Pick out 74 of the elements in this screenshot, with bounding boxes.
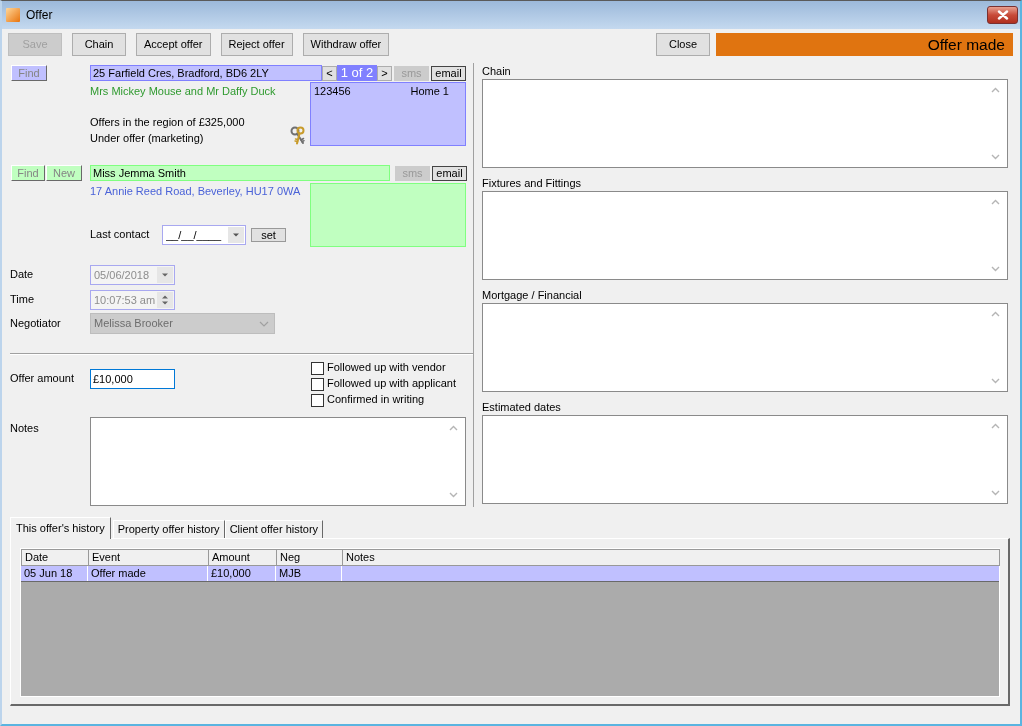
next-button[interactable]: > (377, 65, 392, 81)
window-close-button[interactable] (987, 6, 1018, 24)
field-label: Mortgage / Financial (482, 288, 583, 303)
address-field[interactable]: 25 Farfield Cres, Bradford, BD6 2LY (90, 65, 322, 81)
table-cell: Offer made (88, 566, 208, 581)
price-text: Offers in the region of £325,000 (90, 115, 246, 130)
dropdown-icon (157, 267, 173, 283)
table-cell: £10,000 (208, 566, 276, 581)
contact-button[interactable]: email (432, 165, 467, 181)
checkbox-label: Followed up with vendor (327, 361, 446, 375)
field-label: Time (10, 293, 36, 307)
scroll-down-icon (991, 378, 1000, 384)
toolbar-button[interactable]: Withdraw offer (302, 33, 390, 56)
status-banner: Offer made (716, 33, 1013, 56)
applicant-address: 17 Annie Reed Road, Beverley, HU17 0WA (90, 184, 302, 199)
vendor-names: Mrs Mickey Mouse and Mr Daffy Duck (90, 84, 277, 99)
phone-number: 123456 (314, 85, 351, 99)
tab[interactable]: Property offer history (112, 520, 225, 538)
window-title: Offer (26, 7, 53, 23)
spinner-icon (157, 292, 173, 308)
offer-amount-field[interactable]: £10,000 (90, 369, 175, 389)
field-label: Offer amount (10, 372, 75, 386)
phone-label: Home 1 (410, 85, 449, 99)
toolbar-button[interactable]: Chain (72, 33, 126, 56)
field-label: Estimated dates (482, 400, 562, 415)
checkbox[interactable] (311, 377, 324, 391)
scroll-down-icon (991, 490, 1000, 496)
dropdown-icon (228, 227, 244, 243)
column-header[interactable]: Notes (343, 550, 999, 565)
table-row[interactable]: 05 Jun 18 Offer made £10,000 MJB (21, 566, 999, 582)
contact-button[interactable]: email (431, 65, 466, 81)
field-label: Date (10, 268, 35, 282)
toolbar-button[interactable]: Accept offer (136, 33, 211, 56)
field-label: Fixtures and Fittings (482, 176, 583, 191)
text-area[interactable] (482, 303, 1008, 392)
field-label: Last contact (90, 228, 151, 242)
scroll-up-icon (991, 311, 1000, 317)
notes-field[interactable] (90, 417, 466, 506)
table-cell: MJB (276, 566, 342, 581)
table-cell: 05 Jun 18 (21, 566, 88, 581)
set-button[interactable]: set (251, 228, 286, 242)
checkbox-label: Confirmed in writing (327, 393, 425, 407)
column-header[interactable]: Date (22, 550, 89, 565)
scroll-up-icon (991, 87, 1000, 93)
column-header[interactable]: Amount (209, 550, 277, 565)
tab[interactable]: This offer's history (10, 517, 111, 539)
tab[interactable]: Client offer history (224, 520, 324, 538)
app-icon (6, 8, 20, 22)
scroll-up-icon (991, 199, 1000, 205)
close-button[interactable]: Close (656, 33, 710, 56)
checkbox-label: Followed up with applicant (327, 377, 457, 391)
checkbox[interactable] (311, 361, 324, 375)
toolbar-button[interactable]: Reject offer (220, 33, 293, 56)
scroll-down-icon (449, 492, 458, 498)
field-label: Negotiator (10, 316, 62, 331)
text-area[interactable] (482, 79, 1008, 168)
scroll-up-icon (991, 423, 1000, 429)
field-label: Chain (482, 64, 512, 79)
checkbox[interactable] (311, 393, 324, 407)
text-area[interactable] (482, 415, 1008, 504)
column-header[interactable]: Neg (277, 550, 343, 565)
keys-icon (290, 126, 305, 145)
scroll-up-icon (449, 425, 458, 431)
scroll-down-icon (991, 154, 1000, 160)
field-label: Notes (10, 422, 40, 436)
text-area[interactable] (482, 191, 1008, 280)
applicant-name-field[interactable]: Miss Jemma Smith (90, 165, 390, 181)
column-header[interactable]: Event (89, 550, 209, 565)
page-indicator: 1 of 2 (337, 65, 377, 81)
chevron-down-icon (259, 321, 269, 327)
previous-button[interactable]: < (322, 65, 337, 81)
status-text: Under offer (marketing) (90, 131, 205, 146)
close-icon (996, 10, 1009, 20)
scroll-down-icon (991, 266, 1000, 272)
